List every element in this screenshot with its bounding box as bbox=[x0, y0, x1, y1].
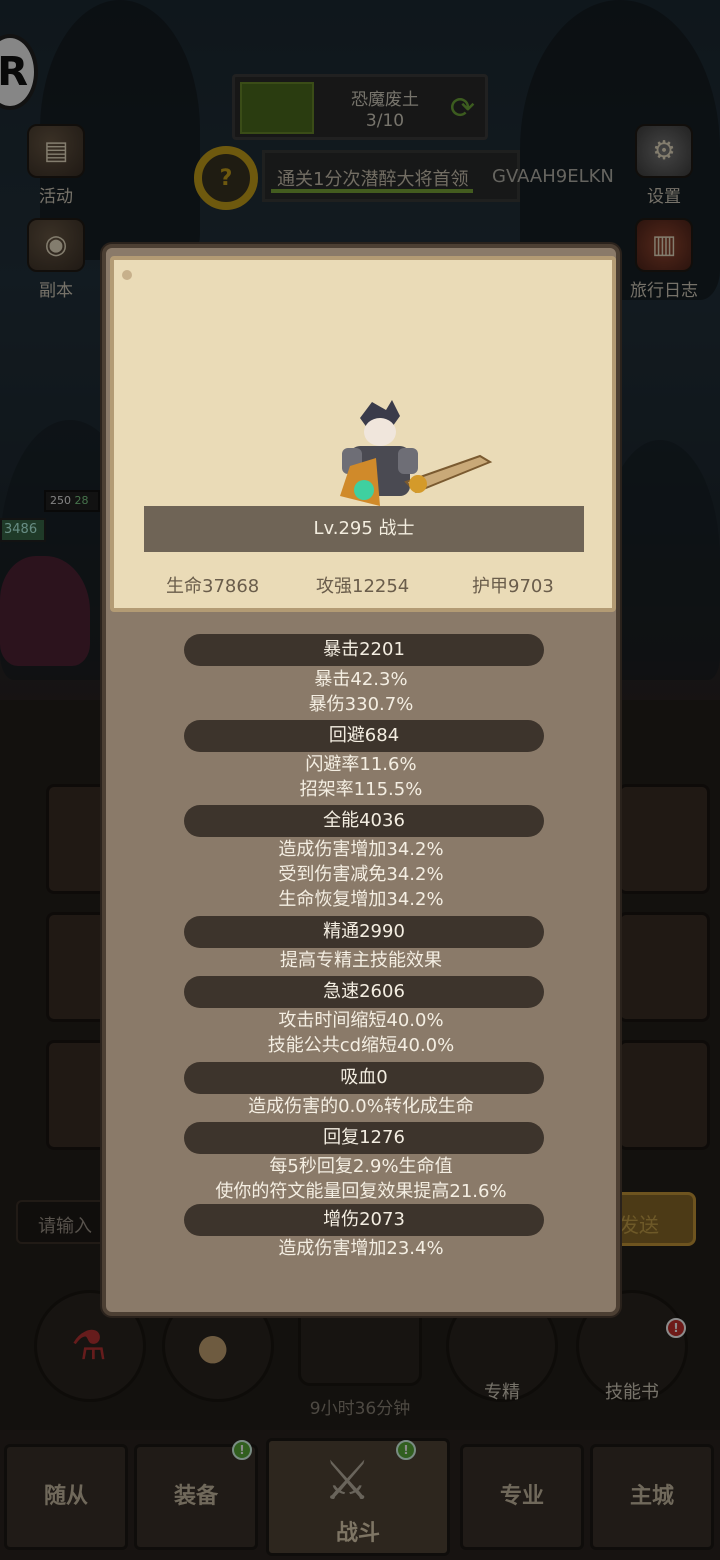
stat-header-crit: 暴击2201 bbox=[184, 634, 544, 666]
attack-power-stat: 攻强12254 bbox=[316, 576, 410, 597]
stat-line: 闪避率11.6% bbox=[305, 754, 417, 775]
stat-header-damage-bonus: 增伤2073 bbox=[184, 1204, 544, 1236]
stat-header-versatility: 全能4036 bbox=[184, 805, 544, 837]
hero-portrait-card: Lv.295 战士 生命37868 攻强12254 护甲9703 bbox=[110, 256, 616, 612]
base-stats: 生命37868 攻强12254 护甲9703 bbox=[114, 572, 612, 602]
armor-stat: 护甲9703 bbox=[472, 576, 554, 597]
stat-line: 造成伤害增加34.2% bbox=[278, 839, 444, 860]
stat-line: 提高专精主技能效果 bbox=[280, 950, 442, 971]
stat-header-leech: 吸血0 bbox=[184, 1062, 544, 1094]
level-class-banner: Lv.295 战士 bbox=[144, 506, 584, 552]
health-stat: 生命37868 bbox=[166, 576, 260, 597]
stat-line: 使你的符文能量回复效果提高21.6% bbox=[215, 1181, 507, 1202]
stat-line: 暴伤330.7% bbox=[308, 694, 414, 715]
stat-line: 招架率115.5% bbox=[299, 779, 423, 800]
stat-header-haste: 急速2606 bbox=[184, 976, 544, 1008]
rivet bbox=[122, 270, 132, 280]
stat-line: 造成伤害的0.0%转化成生命 bbox=[248, 1096, 474, 1117]
stat-header-regen: 回复1276 bbox=[184, 1122, 544, 1154]
stat-line: 造成伤害增加23.4% bbox=[278, 1238, 444, 1259]
stat-line: 攻击时间缩短40.0% bbox=[278, 1010, 444, 1031]
stat-line: 生命恢复增加34.2% bbox=[278, 889, 444, 910]
stat-header-mastery: 精通2990 bbox=[184, 916, 544, 948]
stat-line: 受到伤害减免34.2% bbox=[278, 864, 444, 885]
stat-line: 暴击42.3% bbox=[314, 669, 408, 690]
stat-line: 每5秒回复2.9%生命值 bbox=[269, 1156, 453, 1177]
hero-stats-panel: Lv.295 战士 生命37868 攻强12254 护甲9703 暴击2201 … bbox=[102, 244, 620, 1316]
stat-header-dodge: 回避684 bbox=[184, 720, 544, 752]
stat-line: 技能公共cd缩短40.0% bbox=[267, 1035, 455, 1056]
